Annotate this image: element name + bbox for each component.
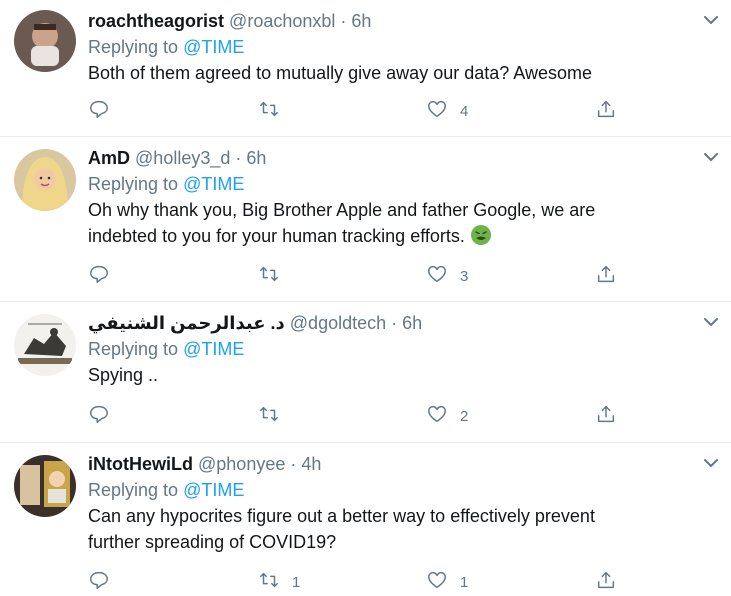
mention-link[interactable]: @TIME <box>183 339 244 359</box>
timestamp[interactable]: 4h <box>301 454 321 474</box>
mention-link[interactable]: @TIME <box>183 480 244 500</box>
tweet-text: Both of them agreed to mutually give awa… <box>88 60 691 86</box>
tweet-actions: 3 <box>88 264 691 288</box>
replying-to: Replying to @TIME <box>88 34 691 60</box>
timestamp[interactable]: 6h <box>246 148 266 168</box>
reply-button[interactable] <box>88 570 122 594</box>
replying-label: Replying to <box>88 174 184 194</box>
retweet-button[interactable] <box>258 264 292 288</box>
reply-icon <box>88 263 110 290</box>
share-icon <box>595 569 617 596</box>
avatar[interactable] <box>14 149 76 211</box>
replying-to: Replying to @TIME <box>88 336 691 362</box>
tweet-text-line: indebted to you for your human tracking … <box>88 226 470 246</box>
retweet-button[interactable] <box>258 99 292 123</box>
replying-to: Replying to @TIME <box>88 171 691 197</box>
display-name[interactable]: roachtheagorist <box>88 11 224 31</box>
like-button[interactable]: 2 <box>426 404 468 428</box>
retweet-button[interactable] <box>258 404 292 428</box>
display-name[interactable]: AmD <box>88 148 130 168</box>
separator-dot: · <box>290 454 297 474</box>
separator-dot: · <box>235 148 242 168</box>
tweet-text: Spying .. <box>88 362 691 388</box>
tweet[interactable]: roachtheagorist @roachonxbl · 6h Replyin… <box>0 0 731 137</box>
like-button[interactable]: 3 <box>426 264 468 288</box>
retweet-count: 1 <box>292 573 301 591</box>
user-handle[interactable]: @holley3_d <box>135 148 230 168</box>
chevron-down-icon[interactable] <box>701 10 721 30</box>
avatar[interactable] <box>14 10 76 72</box>
mention-link[interactable]: @TIME <box>183 174 244 194</box>
user-handle[interactable]: @phonyee <box>198 454 285 474</box>
retweet-icon <box>258 403 280 430</box>
tweet[interactable]: AmD @holley3_d · 6h Replying to @TIME Oh… <box>0 137 731 302</box>
nauseated-face-emoji <box>470 224 492 253</box>
tweet-text-line: Spying .. <box>88 365 159 385</box>
retweet-icon <box>258 98 280 125</box>
tweet[interactable]: د. عبدالرحمن الشنيفي @dgoldtech · 6h Rep… <box>0 302 731 443</box>
mention-link[interactable]: @TIME <box>183 37 244 57</box>
share-icon <box>595 98 617 125</box>
chevron-down-icon[interactable] <box>701 453 721 473</box>
reply-button[interactable] <box>88 264 122 288</box>
like-icon <box>426 98 448 125</box>
chevron-down-icon[interactable] <box>701 312 721 332</box>
replying-label: Replying to <box>88 480 184 500</box>
share-icon <box>595 403 617 430</box>
user-handle[interactable]: @dgoldtech <box>290 313 386 333</box>
like-button[interactable]: 1 <box>426 570 468 594</box>
user-handle[interactable]: @roachonxbl <box>229 11 335 31</box>
like-count: 2 <box>460 407 469 425</box>
retweet-button[interactable]: 1 <box>258 570 300 594</box>
like-count: 1 <box>460 573 469 591</box>
tweet-actions: 2 <box>88 404 691 428</box>
tweet-text-line: further spreading of COVID19? <box>88 532 337 552</box>
like-icon <box>426 569 448 596</box>
chevron-down-icon[interactable] <box>701 147 721 167</box>
tweet-text-line: Can any hypocrites figure out a better w… <box>88 506 595 526</box>
avatar[interactable] <box>14 314 76 376</box>
reply-icon <box>88 98 110 125</box>
share-icon <box>595 263 617 290</box>
display-name[interactable]: iNtotHewiLd <box>88 454 193 474</box>
tweet-text-line-with-emoji: indebted to you for your human tracking … <box>88 223 691 253</box>
tweet-text-line: Both of them agreed to mutually give awa… <box>88 63 592 83</box>
replying-label: Replying to <box>88 339 184 359</box>
separator-dot: · <box>391 313 398 333</box>
replying-label: Replying to <box>88 37 184 57</box>
timestamp[interactable]: 6h <box>402 313 422 333</box>
share-button[interactable] <box>595 404 617 428</box>
retweet-icon <box>258 263 280 290</box>
separator-dot: · <box>340 11 347 31</box>
like-icon <box>426 403 448 430</box>
tweet-text: Can any hypocrites figure out a better w… <box>88 503 691 555</box>
retweet-icon <box>258 569 280 596</box>
reply-icon <box>88 569 110 596</box>
reply-button[interactable] <box>88 99 122 123</box>
tweet-actions: 1 1 <box>88 570 691 594</box>
replying-to: Replying to @TIME <box>88 477 691 503</box>
like-count: 3 <box>460 267 469 285</box>
tweet-text: Oh why thank you, Big Brother Apple and … <box>88 197 691 253</box>
timestamp[interactable]: 6h <box>351 11 371 31</box>
tweet[interactable]: iNtotHewiLd @phonyee · 4h Replying to @T… <box>0 443 731 596</box>
share-button[interactable] <box>595 570 617 594</box>
like-count: 4 <box>460 102 469 120</box>
like-icon <box>426 263 448 290</box>
tweet-text-line: Oh why thank you, Big Brother Apple and … <box>88 200 596 220</box>
reply-icon <box>88 403 110 430</box>
tweet-actions: 4 <box>88 99 691 123</box>
like-button[interactable]: 4 <box>426 99 468 123</box>
display-name[interactable]: د. عبدالرحمن الشنيفي <box>88 313 285 333</box>
reply-button[interactable] <box>88 404 122 428</box>
share-button[interactable] <box>595 99 617 123</box>
share-button[interactable] <box>595 264 617 288</box>
avatar[interactable] <box>14 455 76 517</box>
